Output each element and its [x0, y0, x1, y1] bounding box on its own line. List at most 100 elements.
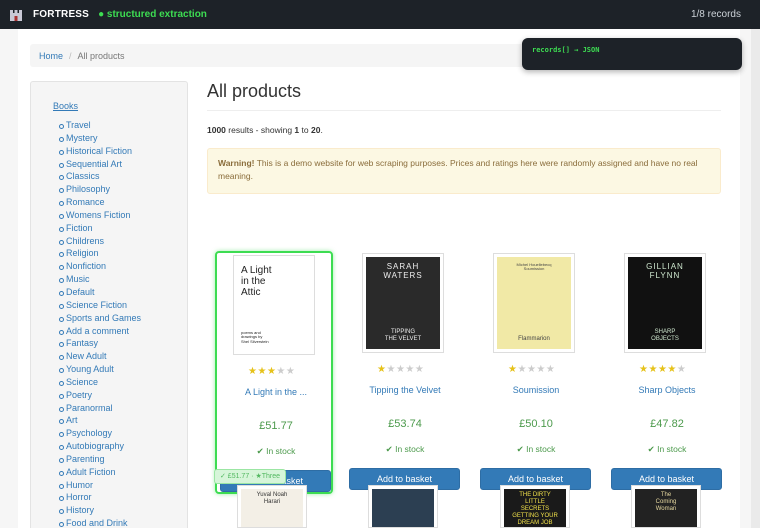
sidebar-category-link[interactable]: Womens Fiction	[66, 210, 130, 220]
book-cover-link[interactable]: THE DIRTY LITTLE SECRETS GETTING YOUR DREAM …	[500, 485, 570, 528]
book-cover-link[interactable]: SARAH WATERS TIPPING THE VELVET	[362, 253, 444, 353]
sidebar-category-link[interactable]: Adult Fiction	[66, 467, 116, 477]
cover-title-line: FLYNN	[649, 270, 681, 280]
breadcrumb-home-link[interactable]: Home	[39, 51, 63, 61]
star-icon: ★	[414, 364, 425, 375]
sidebar-item: Paranormal	[59, 402, 177, 415]
book-cover-image: Yuval Noah Harari	[241, 489, 303, 527]
sidebar-item: Religion	[59, 247, 177, 260]
book-cover-link[interactable]: A Light in the Attic poems and drawings by Sh…	[233, 255, 315, 355]
book-cover-link[interactable]: GILLIAN FLYNN SHARP OBJECTS	[624, 253, 706, 353]
sidebar-category-link[interactable]: Parenting	[66, 454, 105, 464]
sidebar-category-link[interactable]: Food and Drink	[66, 518, 128, 528]
sidebar-category-link[interactable]: Romance	[66, 197, 105, 207]
product-title-link[interactable]: A Light in the ...	[217, 387, 335, 397]
book-cover-image: GILLIAN FLYNN SHARP OBJECTS	[628, 257, 702, 349]
sidebar-item: Food and Drink	[59, 517, 177, 528]
sidebar-category-link[interactable]: Fiction	[66, 223, 93, 233]
star-icon: ★	[657, 364, 668, 375]
cover-subtitle-line: Flammarion	[518, 335, 550, 342]
sidebar-category-link[interactable]: Mystery	[66, 133, 98, 143]
cover-title-line: Soumission	[523, 266, 545, 272]
sidebar-item: Poetry	[59, 389, 177, 402]
book-cover-link[interactable]: Michel Houellebecq Soumission Flammarion	[493, 253, 575, 353]
sidebar-category-link[interactable]: Sports and Games	[66, 313, 141, 323]
product-card: SARAH WATERS TIPPING THE VELVET ★★★★★ Tipping…	[346, 251, 464, 494]
book-cover-link[interactable]: The Coming Woman	[631, 485, 701, 528]
sidebar-category-link[interactable]: Travel	[66, 120, 91, 130]
breadcrumb-separator: /	[69, 50, 72, 61]
cover-title-line: The	[660, 492, 672, 498]
extracted-record-tag: ✓ £51.77 · ★Three	[214, 469, 287, 484]
sidebar-category-link[interactable]: Autobiography	[66, 441, 124, 451]
warning-text: This is a demo website for web scraping …	[218, 158, 698, 181]
extraction-overlay: records[] → JSON	[522, 38, 742, 70]
sidebar-item: Mystery	[59, 132, 177, 145]
extraction-mode-status: ● structured extraction	[98, 9, 207, 20]
sidebar-category-books[interactable]: Books	[51, 101, 177, 111]
book-cover-image: THE DIRTY LITTLE SECRETS GETTING YOUR DREAM …	[504, 489, 566, 527]
book-cover-image: Michel Houellebecq Soumission Flammarion	[497, 257, 571, 349]
sidebar-category-link[interactable]: Humor	[66, 480, 93, 490]
sidebar-item: Sports and Games	[59, 312, 177, 325]
availability-text: In stock	[266, 446, 296, 456]
star-icon: ★	[545, 364, 556, 375]
results-to-word: to	[299, 125, 311, 135]
product-price: £47.82	[650, 418, 684, 430]
sidebar-category-link[interactable]: Philosophy	[66, 184, 110, 194]
sidebar-category-link[interactable]: Classics	[66, 171, 100, 181]
product-title-link[interactable]: Tipping the Velvet	[346, 385, 464, 395]
product-title-link[interactable]: Sharp Objects	[608, 385, 726, 395]
sidebar-category-link[interactable]: Young Adult	[66, 364, 114, 374]
cover-title-line: GETTING YOUR	[512, 512, 558, 519]
sidebar-category-link[interactable]: Nonfiction	[66, 261, 106, 271]
book-cover-link[interactable]	[368, 485, 438, 528]
sidebar-category-link[interactable]: Paranormal	[66, 403, 113, 413]
sidebar-category-link[interactable]: Horror	[66, 492, 92, 502]
sidebar-category-link[interactable]: Poetry	[66, 390, 92, 400]
cover-subtitle-line: OBJECTS	[651, 335, 679, 342]
product-price: £53.74	[388, 418, 422, 430]
sidebar-item: Young Adult	[59, 363, 177, 376]
star-icon: ★	[667, 364, 677, 375]
brand-name: FORTRESS	[33, 9, 90, 20]
cover-title-line: Coming	[655, 498, 677, 505]
sidebar-category-link[interactable]: Art	[66, 415, 78, 425]
sidebar-item: Childrens	[59, 235, 177, 248]
star-rating: ★★★★★	[248, 366, 295, 377]
sidebar-category-link[interactable]: Science	[66, 377, 98, 387]
results-end: .	[320, 125, 323, 135]
sidebar-item: Romance	[59, 196, 177, 209]
star-icon: ★	[648, 364, 658, 375]
sidebar-category-link[interactable]: Historical Fiction	[66, 146, 132, 156]
sidebar-category-link[interactable]: Childrens	[66, 236, 104, 246]
availability-text: In stock	[657, 444, 687, 454]
sidebar-item: Sequential Art	[59, 158, 177, 171]
book-cover-link[interactable]: Yuval Noah Harari	[237, 485, 307, 528]
sidebar-item: Philosophy	[59, 183, 177, 196]
star-icon: ★	[536, 364, 546, 375]
sidebar-category-link[interactable]: Psychology	[66, 428, 112, 438]
sidebar-category-link[interactable]: Science Fiction	[66, 300, 127, 310]
warning-label: Warning!	[218, 158, 255, 168]
sidebar-category-link[interactable]: Music	[66, 274, 90, 284]
scrollbar[interactable]	[751, 29, 760, 528]
sidebar-category-link[interactable]: History	[66, 505, 94, 515]
book-cover-image: A Light in the Attic poems and drawings by Sh…	[237, 259, 311, 351]
sidebar-category-link[interactable]: Default	[66, 287, 95, 297]
category-list: Travel Mystery Historical Fiction Sequentia…	[51, 119, 177, 528]
sidebar-category-link[interactable]: New Adult	[66, 351, 107, 361]
product-title-link[interactable]: Soumission	[477, 385, 595, 395]
sidebar-category-link[interactable]: Add a comment	[66, 326, 129, 336]
results-text: results - showing	[225, 125, 295, 135]
sidebar-item: Historical Fiction	[59, 145, 177, 158]
availability: ✔ In stock	[477, 444, 595, 455]
star-icon: ★	[517, 364, 527, 375]
sidebar-category-link[interactable]: Sequential Art	[66, 159, 122, 169]
cover-title-line: THE DIRTY	[519, 492, 551, 498]
star-icon: ★	[526, 364, 537, 375]
breadcrumb-current: All products	[77, 50, 125, 61]
sidebar-category-link[interactable]: Religion	[66, 248, 99, 258]
sidebar-item: New Adult	[59, 350, 177, 363]
sidebar-category-link[interactable]: Fantasy	[66, 338, 98, 348]
